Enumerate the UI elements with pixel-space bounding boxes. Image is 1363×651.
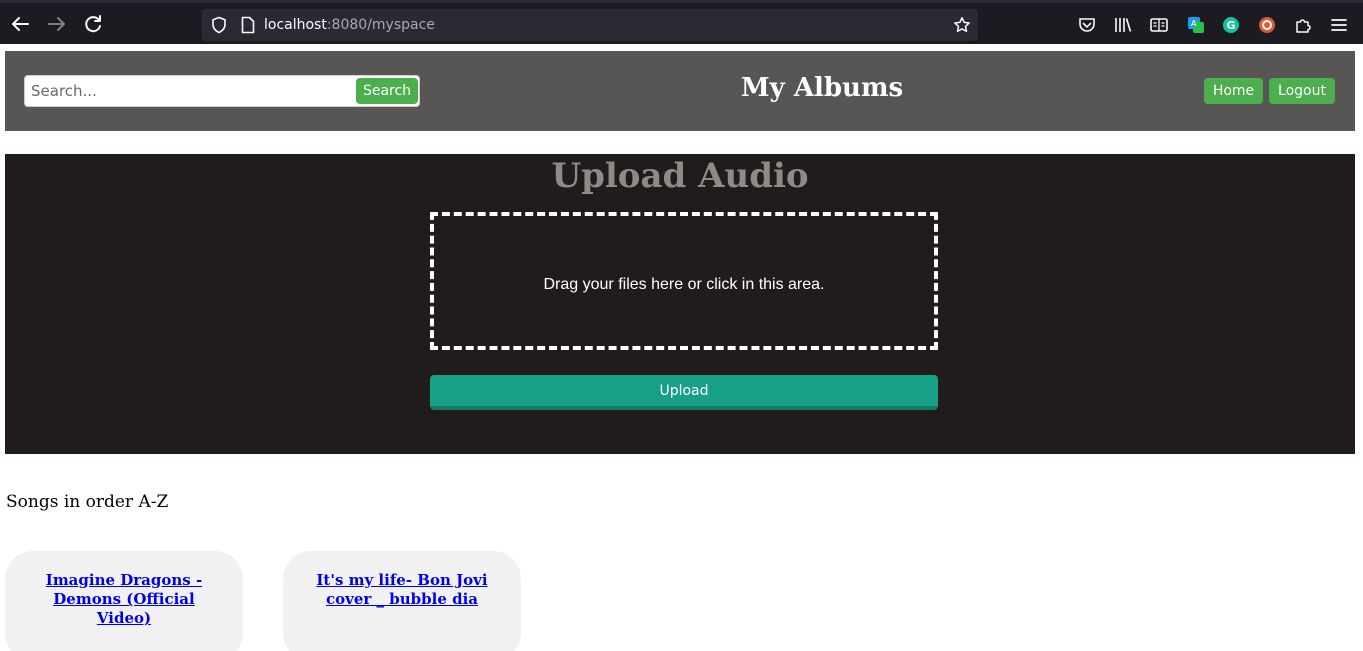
reader-view-icon[interactable] [1149,15,1169,35]
upload-section: Upload Audio Drag your files here or cli… [5,154,1355,454]
star-icon[interactable] [953,16,971,34]
home-button[interactable]: Home [1204,78,1263,104]
extensions-icon[interactable] [1293,15,1313,35]
library-icon[interactable] [1113,15,1133,35]
upload-heading: Upload Audio [551,156,809,196]
extension-translate-icon[interactable]: A [1186,15,1206,35]
pocket-icon[interactable] [1077,15,1097,35]
svg-text:A: A [1191,19,1197,28]
url-host: localhost [264,17,327,33]
song-link[interactable]: Imagine Dragons - Demons (Official Video… [35,571,213,628]
duckduckgo-icon[interactable] [1257,15,1277,35]
file-drop-zone[interactable]: Drag your files here or click in this ar… [430,212,938,350]
grammarly-icon[interactable]: G [1221,15,1241,35]
url-bar[interactable]: localhost:8080/myspace [202,9,978,41]
menu-icon[interactable] [1329,15,1349,35]
drop-zone-text: Drag your files here or click in this ar… [543,276,825,293]
song-card: It's my life- Bon Jovi cover _ bubble di… [283,551,521,651]
back-arrow-icon[interactable] [8,12,32,36]
svg-text:G: G [1227,19,1236,32]
page-icon [240,16,256,34]
songs-caption: Songs in order A-Z [6,492,169,512]
upload-button[interactable]: Upload [430,375,938,410]
reload-icon[interactable] [81,12,105,36]
song-card: Imagine Dragons - Demons (Official Video… [5,551,243,651]
forward-arrow-icon[interactable] [45,12,69,36]
logout-button[interactable]: Logout [1269,78,1335,104]
song-link[interactable]: It's my life- Bon Jovi cover _ bubble di… [313,571,491,609]
browser-toolbar: localhost:8080/myspace A G [0,0,1363,44]
app-header: Search My Albums Home Logout [5,51,1355,131]
shield-icon[interactable] [210,16,228,34]
page-title: My Albums [740,73,904,103]
url-text[interactable]: localhost:8080/myspace [264,16,435,34]
url-path: :8080/myspace [326,17,435,33]
